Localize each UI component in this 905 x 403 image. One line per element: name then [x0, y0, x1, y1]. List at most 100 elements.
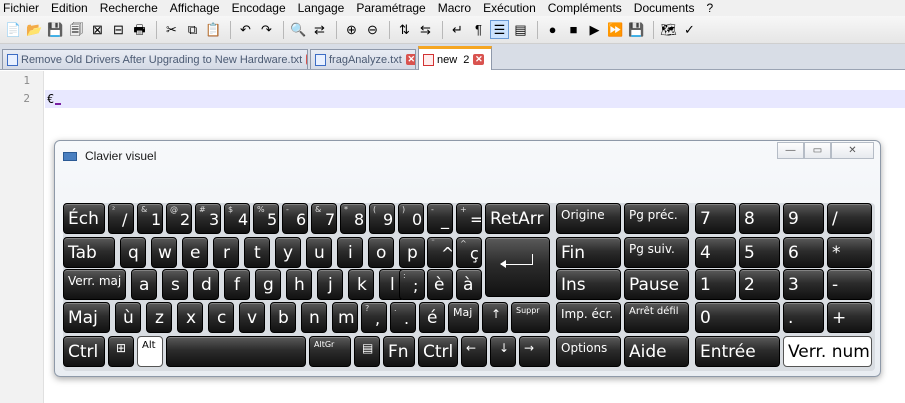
open-file-button[interactable]: 📂 — [25, 20, 44, 39]
key-c-cedilla[interactable]: ^ ç — [456, 237, 482, 268]
save-button[interactable]: 💾 — [46, 20, 65, 39]
key-m-letter[interactable]: m — [332, 302, 358, 333]
key-numpad-9[interactable]: 9 — [783, 203, 824, 234]
key-menu[interactable]: ▤ — [354, 336, 380, 367]
key-n[interactable]: n — [301, 302, 327, 333]
key-page-up[interactable]: Pg préc. — [624, 203, 689, 234]
key-shift-left[interactable]: Maj — [63, 302, 110, 333]
key-y[interactable]: y — [275, 237, 301, 268]
key-superscript-two[interactable]: ² / — [108, 203, 134, 234]
key-5[interactable]: % 5 — [253, 203, 279, 234]
menu-encodage[interactable]: Encodage — [227, 0, 293, 16]
key-t[interactable]: t — [244, 237, 270, 268]
key-space[interactable] — [166, 336, 306, 367]
menu-recherche[interactable]: Recherche — [95, 0, 165, 16]
key-scroll-lock[interactable]: Arrêt défil — [624, 302, 689, 333]
key-numpad-divide[interactable]: / — [827, 203, 872, 234]
key-x[interactable]: x — [177, 302, 203, 333]
restore-button[interactable]: ▭ — [804, 142, 831, 159]
undo-button[interactable]: ↶ — [236, 20, 255, 39]
tab-close-icon[interactable]: ✕ — [405, 54, 415, 65]
key-p[interactable]: p — [399, 237, 425, 268]
paste-button[interactable]: 📋 — [204, 20, 223, 39]
key-h[interactable]: h — [286, 269, 312, 300]
minimize-button[interactable]: — — [777, 142, 804, 159]
key-numpad-0[interactable]: 0 — [695, 302, 780, 333]
key-u-grave[interactable]: ù — [115, 302, 141, 333]
show-all-chars-button[interactable]: ¶ — [469, 20, 488, 39]
tab-remove-old-drivers[interactable]: Remove Old Drivers After Upgrading to Ne… — [2, 49, 308, 69]
key-period[interactable]: .. — [390, 302, 416, 333]
tab-close-icon[interactable]: ✕ — [473, 54, 485, 65]
key-numpad-enter[interactable]: Entrée — [695, 336, 780, 367]
key-f[interactable]: f — [224, 269, 250, 300]
key-c[interactable]: c — [208, 302, 234, 333]
key-windows[interactable]: ⊞ — [108, 336, 134, 367]
key-9[interactable]: (9 — [369, 203, 395, 234]
key-3[interactable]: #3 — [195, 203, 221, 234]
copy-button[interactable]: ⧉ — [183, 20, 202, 39]
indent-guide-button[interactable]: ☰ — [490, 20, 509, 39]
key-numpad-4[interactable]: 4 — [695, 237, 736, 268]
key-comma[interactable]: ?, — [361, 302, 387, 333]
menu-edition[interactable]: Edition — [46, 0, 95, 16]
key-g[interactable]: g — [255, 269, 281, 300]
key-fn[interactable]: Fn — [383, 336, 415, 367]
key-r[interactable]: r — [213, 237, 239, 268]
word-wrap-button[interactable]: ↵ — [448, 20, 467, 39]
key-home[interactable]: Origine — [556, 203, 621, 234]
key-b[interactable]: b — [270, 302, 296, 333]
key-altgr[interactable]: AltGr — [309, 336, 351, 367]
key-z[interactable]: z — [146, 302, 172, 333]
key-escape[interactable]: Éch — [63, 203, 105, 234]
key-arrow-right[interactable]: → — [519, 336, 550, 367]
document-map-button[interactable]: 🗺 — [659, 20, 678, 39]
close-all-button[interactable]: ⊟ — [109, 20, 128, 39]
key-4[interactable]: $4 — [224, 203, 250, 234]
key-shift-right[interactable]: Maj — [448, 302, 479, 333]
save-all-button[interactable]: 🗐 — [67, 20, 86, 39]
key-6[interactable]: -6 — [282, 203, 308, 234]
close-button[interactable]: ✕ — [831, 142, 874, 159]
menu-affichage[interactable]: Affichage — [165, 0, 227, 16]
macro-play-multiple-button[interactable]: ⏩ — [606, 20, 625, 39]
key-circumflex[interactable]: ¨^ — [427, 237, 453, 268]
key-e[interactable]: e — [182, 237, 208, 268]
tab-new-2[interactable]: new 2 ✕ — [418, 46, 492, 70]
key-options[interactable]: Options — [556, 336, 621, 367]
key-enter[interactable] — [485, 237, 550, 297]
macro-play-button[interactable]: ▶ — [585, 20, 604, 39]
udl-button[interactable]: ▤ — [511, 20, 530, 39]
macro-save-button[interactable]: 💾 — [627, 20, 646, 39]
key-insert[interactable]: Ins — [556, 269, 621, 300]
key-numpad-multiply[interactable]: * — [827, 237, 872, 268]
find-button[interactable]: 🔍 — [289, 20, 308, 39]
menu-fichier[interactable]: Fichier — [0, 0, 46, 16]
tab-close-icon[interactable]: ✕ — [306, 54, 307, 65]
key-numpad-plus[interactable]: + — [827, 302, 872, 333]
key-numpad-5[interactable]: 5 — [739, 237, 780, 268]
key-numpad-decimal[interactable]: . — [783, 302, 824, 333]
key-numpad-2[interactable]: 2 — [739, 269, 780, 300]
key-e-acute[interactable]: é — [419, 302, 445, 333]
key-backspace[interactable]: RetArr — [485, 203, 550, 234]
key-q[interactable]: q — [120, 237, 146, 268]
key-ctrl-right[interactable]: Ctrl — [418, 336, 458, 367]
key-end[interactable]: Fin — [556, 237, 621, 268]
menu-complements[interactable]: Compléments — [543, 0, 629, 16]
tab-fraganalyze[interactable]: fragAnalyze.txt ✕ — [310, 49, 416, 69]
key-arrow-left[interactable]: ← — [461, 336, 487, 367]
key-s[interactable]: s — [162, 269, 188, 300]
key-m[interactable]: :; — [399, 269, 425, 300]
redo-button[interactable]: ↷ — [257, 20, 276, 39]
key-v[interactable]: v — [239, 302, 265, 333]
key-plus-equals[interactable]: += — [456, 203, 482, 234]
key-numpad-7[interactable]: 7 — [695, 203, 736, 234]
menu-help[interactable]: ? — [702, 0, 721, 16]
key-caps-lock[interactable]: Verr. maj — [63, 269, 126, 300]
zoom-out-button[interactable]: ⊖ — [363, 20, 382, 39]
key-num-lock[interactable]: Verr. num — [783, 336, 872, 367]
macro-stop-button[interactable]: ■ — [564, 20, 583, 39]
key-a-grave[interactable]: à — [456, 269, 482, 300]
key-numpad-3[interactable]: 3 — [783, 269, 824, 300]
